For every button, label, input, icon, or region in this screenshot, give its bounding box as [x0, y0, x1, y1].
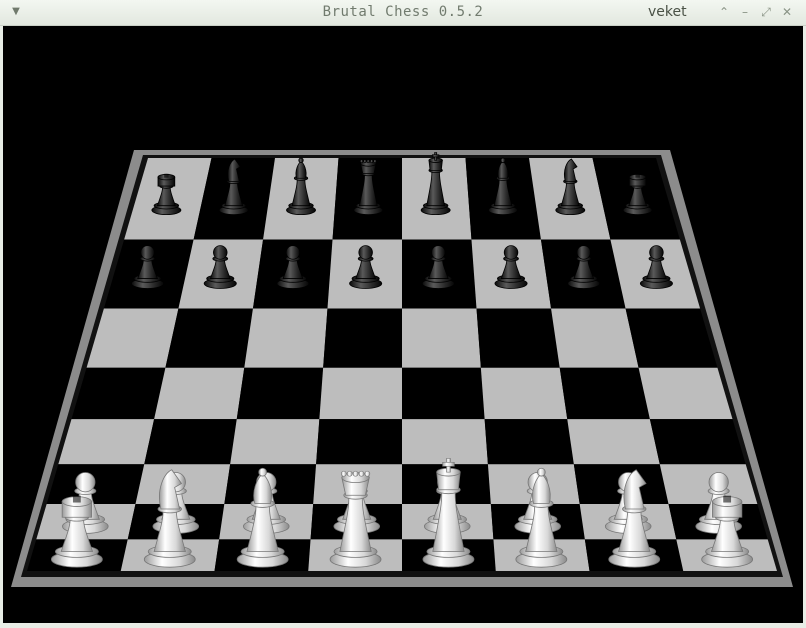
- square-a4[interactable]: [58, 419, 155, 465]
- square-h3[interactable]: [659, 464, 758, 504]
- square-g6[interactable]: [551, 308, 639, 368]
- square-c6[interactable]: [244, 308, 328, 368]
- square-h4[interactable]: [649, 419, 746, 465]
- restore-icon[interactable]: ⌃: [716, 4, 732, 20]
- square-g4[interactable]: [567, 419, 660, 465]
- game-viewport[interactable]: [3, 26, 803, 623]
- square-d5[interactable]: [319, 367, 402, 420]
- square-c4[interactable]: [230, 419, 320, 465]
- title-bar[interactable]: ▼ Brutal Chess 0.5.2 veket ⌃ – ⤢ ✕: [0, 0, 806, 26]
- chess-board-3d[interactable]: [3, 26, 803, 623]
- square-g5[interactable]: [559, 367, 650, 420]
- minimize-icon[interactable]: –: [737, 4, 753, 20]
- square-f5[interactable]: [480, 367, 568, 420]
- square-e5[interactable]: [402, 367, 485, 420]
- window-user-label: veket: [648, 4, 687, 20]
- square-f6[interactable]: [476, 308, 560, 368]
- square-b5[interactable]: [154, 367, 245, 420]
- maximize-icon[interactable]: ⤢: [758, 4, 774, 20]
- square-c5[interactable]: [236, 367, 324, 420]
- window-bottom-border: [0, 623, 806, 628]
- square-e4[interactable]: [402, 419, 488, 465]
- close-icon[interactable]: ✕: [779, 4, 795, 20]
- square-e6[interactable]: [402, 308, 481, 368]
- square-a3[interactable]: [46, 464, 145, 504]
- square-f4[interactable]: [484, 419, 574, 465]
- square-d6[interactable]: [323, 308, 402, 368]
- square-d4[interactable]: [316, 419, 402, 465]
- square-a5[interactable]: [71, 367, 166, 420]
- square-h5[interactable]: [638, 367, 733, 420]
- square-b4[interactable]: [144, 419, 237, 465]
- square-b6[interactable]: [165, 308, 253, 368]
